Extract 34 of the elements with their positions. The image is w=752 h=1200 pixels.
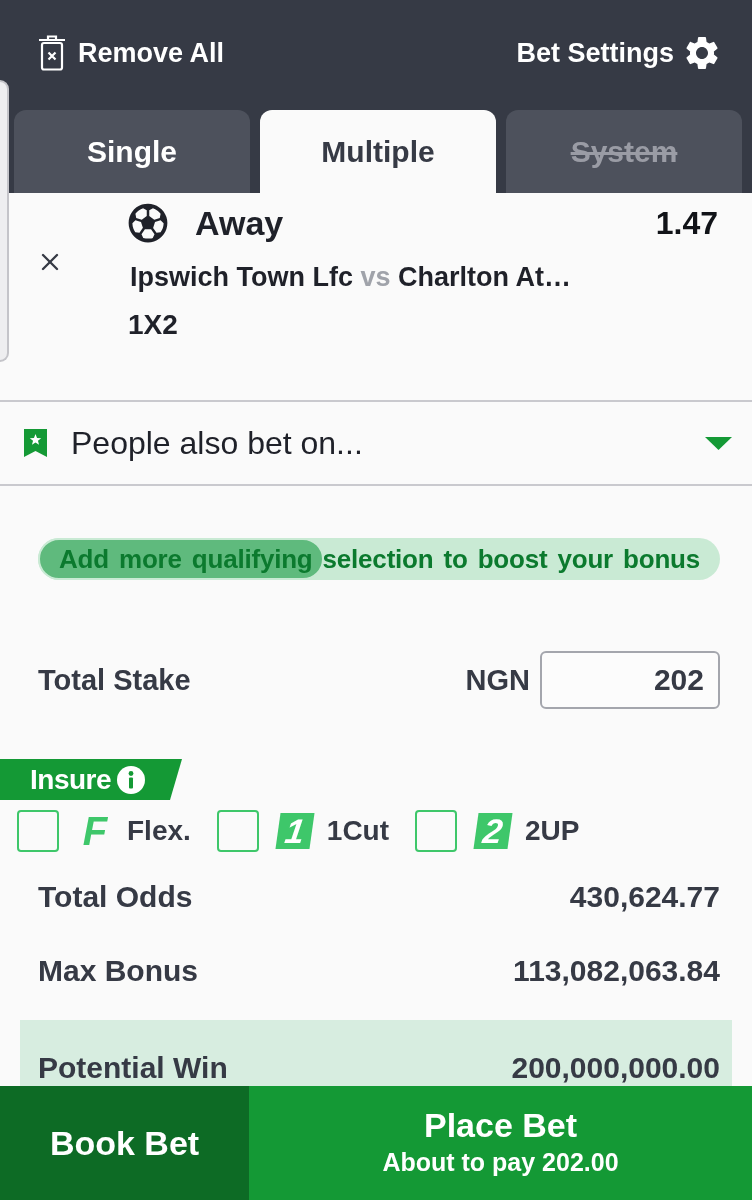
insure-checkbox[interactable] (415, 810, 458, 852)
remove-all-button[interactable]: Remove All (38, 35, 225, 71)
pick-name: Away (195, 203, 284, 243)
stake-input-field[interactable]: 202 (540, 651, 720, 709)
potential-win-value: 200,000,000.00 (511, 1050, 720, 1086)
bookmark-star-icon (24, 429, 47, 457)
insure-option-label: 1Cut (326, 815, 390, 847)
insure-label: Insure (30, 763, 112, 796)
currency-label: NGN (465, 663, 530, 697)
pay-amount-note: About to pay 202.00 (382, 1147, 619, 1177)
insure-option-logo: 1 (275, 813, 315, 849)
info-icon[interactable] (117, 765, 146, 794)
insure-option-logo: 2 (473, 813, 513, 849)
insure-checkbox[interactable] (216, 810, 259, 852)
trash-icon (38, 35, 66, 71)
summary-value: 113,082,063.84 (513, 954, 720, 988)
book-bet-button[interactable]: Book Bet (0, 1086, 249, 1200)
market-name: 1X2 (128, 308, 178, 342)
insure-checkbox[interactable] (17, 810, 59, 852)
bonus-message: Add more qualifying selection to boost your bonus (59, 543, 700, 575)
summary-label: Max Bonus (38, 954, 199, 988)
bet-type-tab[interactable]: Single (14, 110, 250, 193)
insure-option-logo: F (81, 812, 109, 850)
place-bet-button[interactable]: Place Bet About to pay 202.00 (249, 1086, 752, 1200)
summary-value: 430,624.77 (569, 880, 720, 914)
match-name: Ipswich Town Lfc vs Charlton At… (129, 261, 573, 294)
insure-option-label: Flex. (127, 815, 191, 847)
insure-option-label: 2UP (525, 815, 580, 847)
total-stake-label: Total Stake (38, 663, 191, 697)
potential-win-label: Potential Win (38, 1050, 228, 1086)
summary-label: Total Odds (38, 880, 193, 914)
bet-settings-button[interactable]: Bet Settings (516, 33, 722, 73)
odds-value: 1.47 (655, 204, 718, 243)
bet-type-tab[interactable]: Multiple (260, 110, 496, 193)
